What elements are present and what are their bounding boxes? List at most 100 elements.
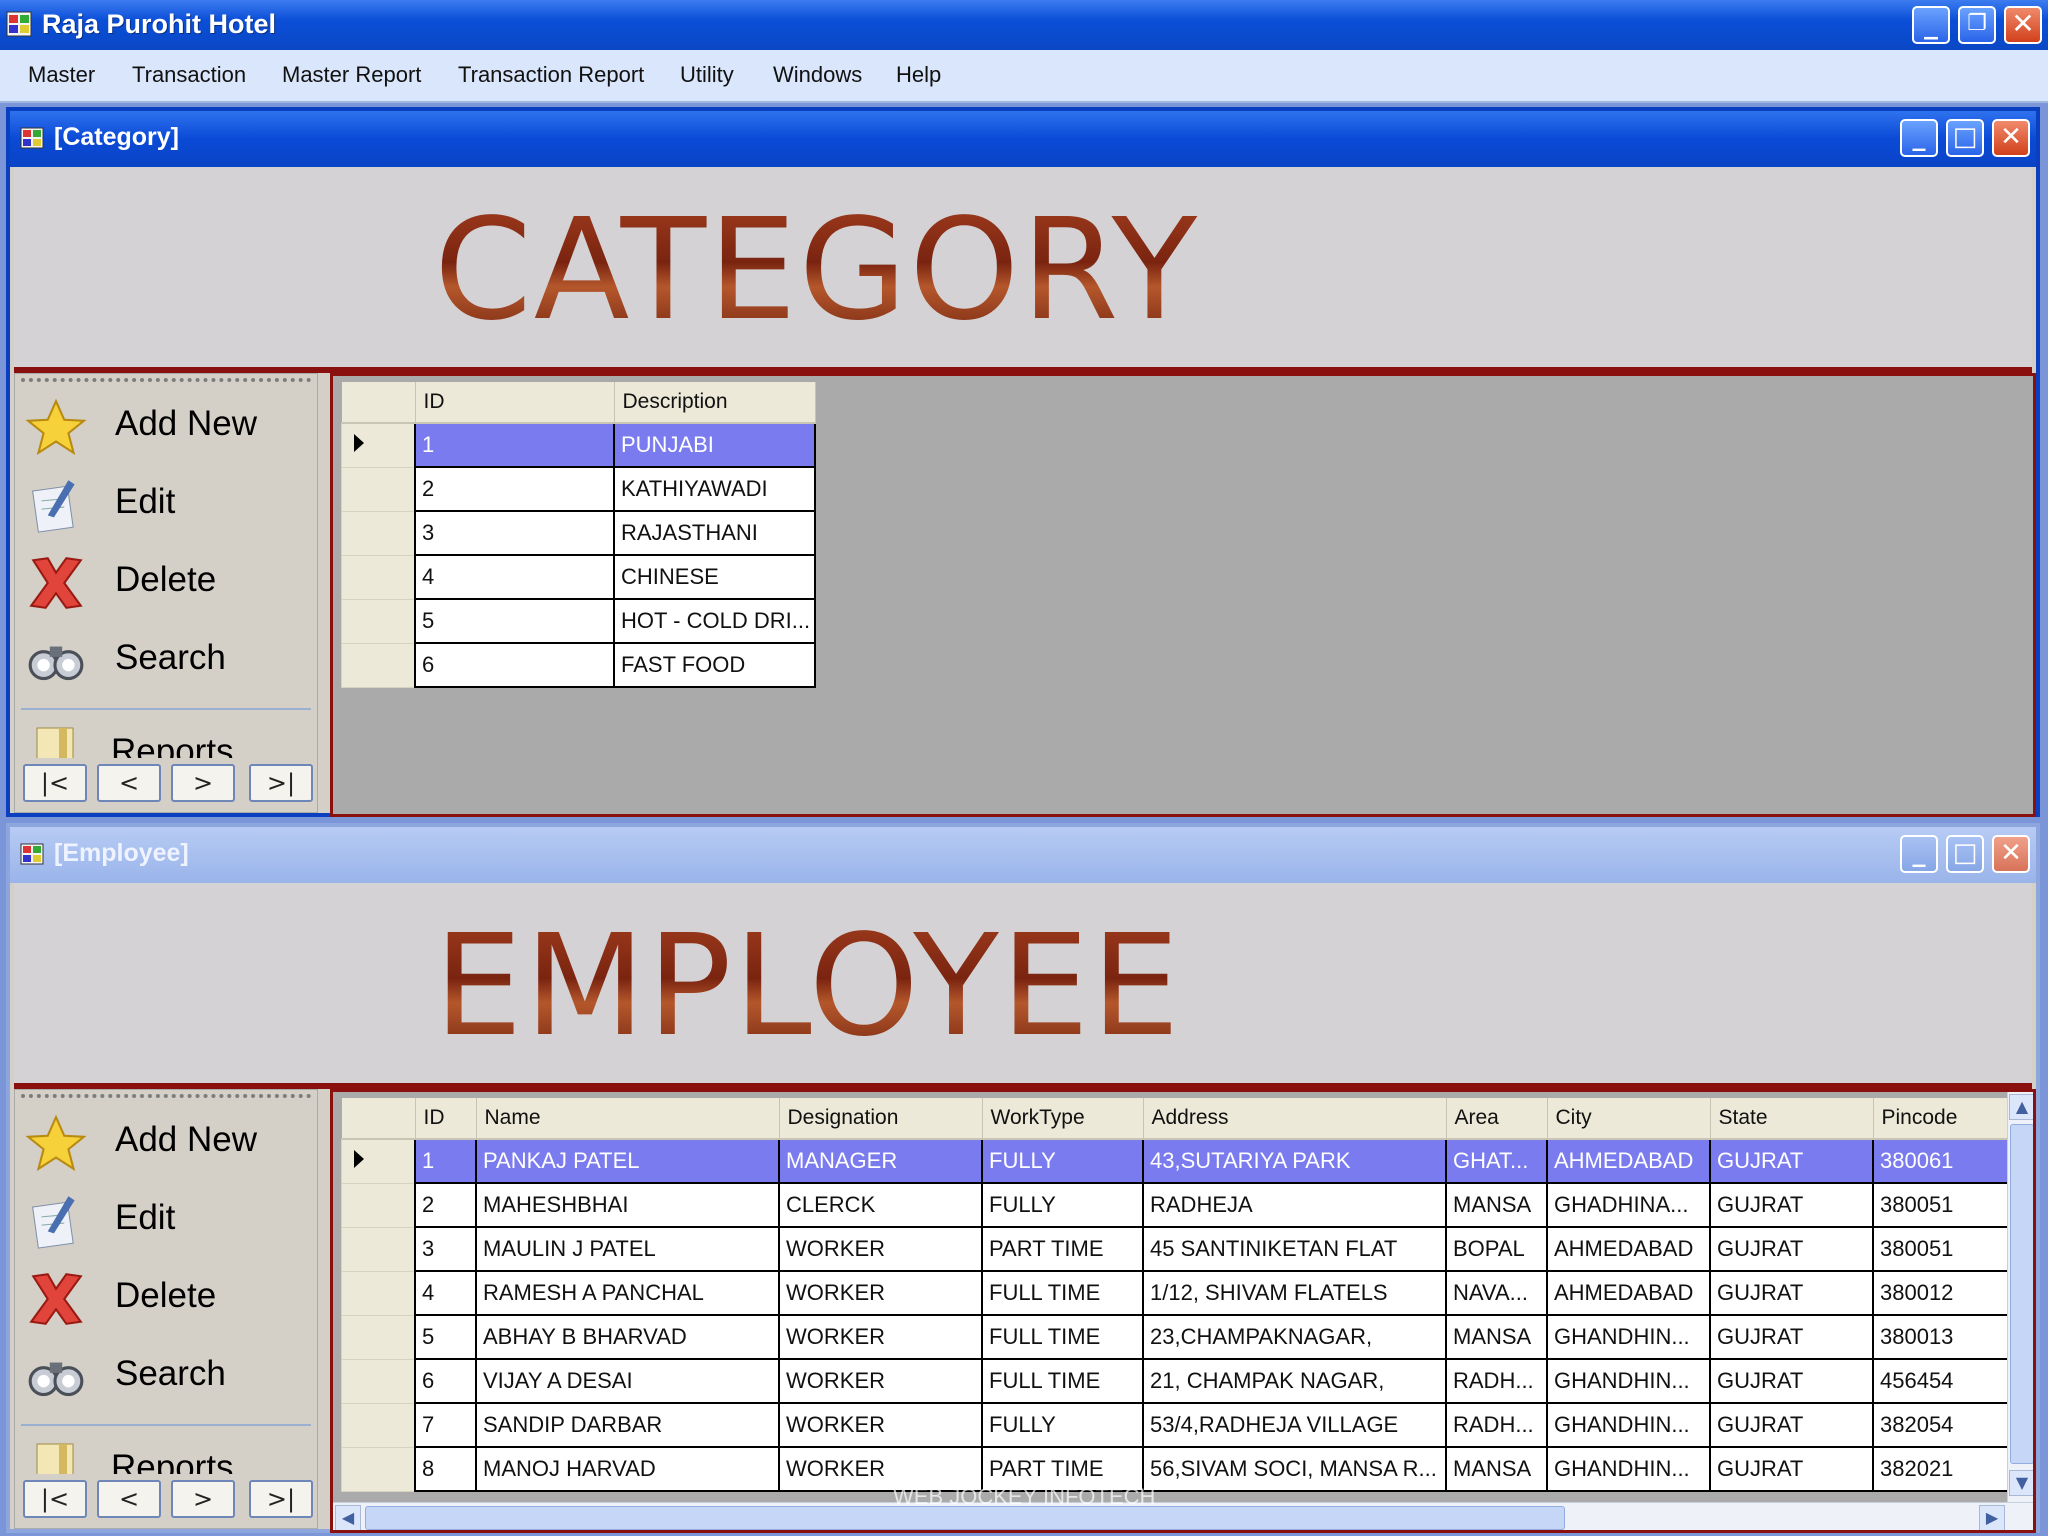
table-cell[interactable]: WORKER — [778, 1402, 983, 1448]
table-cell[interactable]: GHAT... — [1445, 1138, 1548, 1184]
row-header[interactable] — [341, 1358, 416, 1404]
table-cell[interactable]: CHINESE — [613, 554, 816, 600]
table-row[interactable]: 8 MANOJ HARVAD WORKER PART TIME 56,SIVAM SOC… — [341, 1446, 2029, 1492]
row-header[interactable] — [341, 1446, 416, 1492]
table-cell[interactable]: GUJRAT — [1709, 1226, 1874, 1272]
table-cell[interactable]: GUJRAT — [1709, 1270, 1874, 1316]
column-header-description[interactable]: Description — [614, 382, 816, 424]
table-cell[interactable]: FULL TIME — [981, 1314, 1144, 1360]
table-cell[interactable]: 382021 — [1872, 1446, 2029, 1492]
table-cell[interactable]: RADHEJA — [1142, 1182, 1447, 1228]
scroll-up-button[interactable]: ▲ — [2009, 1094, 2033, 1120]
table-cell[interactable]: FAST FOOD — [613, 642, 816, 688]
table-cell[interactable]: GHANDHIN... — [1546, 1446, 1711, 1492]
employee-reports-button[interactable]: Reports — [19, 1434, 309, 1474]
menu-help[interactable]: Help — [896, 62, 941, 88]
minimize-button[interactable]: _ — [1912, 6, 1950, 44]
employee-search-button[interactable]: Search — [19, 1342, 309, 1408]
scroll-left-button[interactable]: ◀ — [335, 1505, 361, 1530]
menu-master[interactable]: Master — [28, 62, 95, 88]
table-row[interactable]: 3 RAJASTHANI — [341, 510, 816, 556]
category-grid[interactable]: ID Description 1 PUNJABI 2 KATHIYAWADI 3 RAJA… — [330, 373, 2036, 817]
table-cell[interactable]: WORKER — [778, 1226, 983, 1272]
table-cell[interactable]: 382054 — [1872, 1402, 2029, 1448]
column-header-id[interactable]: ID — [415, 1098, 477, 1140]
table-cell[interactable]: 23,CHAMPAKNAGAR, — [1142, 1314, 1447, 1360]
table-cell[interactable]: VIJAY A DESAI — [475, 1358, 780, 1404]
table-cell[interactable]: 7 — [414, 1402, 477, 1448]
next-record-button[interactable]: > — [171, 1480, 235, 1518]
table-cell[interactable]: WORKER — [778, 1358, 983, 1404]
employee-delete-button[interactable]: Delete — [19, 1264, 309, 1330]
table-cell[interactable]: 1 — [414, 422, 615, 468]
last-record-button[interactable]: >| — [249, 764, 313, 802]
employee-maximize-button[interactable]: □ — [1946, 835, 1984, 873]
table-row[interactable]: 6 VIJAY A DESAI WORKER FULL TIME 21, CHAMPAK… — [341, 1358, 2029, 1404]
employee-add-new-button[interactable]: Add New — [19, 1108, 309, 1174]
table-cell[interactable]: SANDIP DARBAR — [475, 1402, 780, 1448]
table-cell[interactable]: PUNJABI — [613, 422, 816, 468]
table-cell[interactable]: FULLY — [981, 1402, 1144, 1448]
table-row[interactable]: 6 FAST FOOD — [341, 642, 816, 688]
table-cell[interactable]: 4 — [414, 554, 615, 600]
row-header[interactable] — [341, 1314, 416, 1360]
table-cell[interactable]: 5 — [414, 598, 615, 644]
menu-transaction[interactable]: Transaction — [132, 62, 246, 88]
category-add-new-button[interactable]: Add New — [19, 392, 309, 458]
row-header[interactable] — [341, 1402, 416, 1448]
table-cell[interactable]: GUJRAT — [1709, 1402, 1874, 1448]
table-cell[interactable]: GHANDHIN... — [1546, 1358, 1711, 1404]
table-cell[interactable]: 21, CHAMPAK NAGAR, — [1142, 1358, 1447, 1404]
menu-utility[interactable]: Utility — [680, 62, 734, 88]
table-row[interactable]: 1 PUNJABI — [341, 422, 816, 468]
table-cell[interactable]: 3 — [414, 510, 615, 556]
table-cell[interactable]: FULL TIME — [981, 1270, 1144, 1316]
table-cell[interactable]: 53/4,RADHEJA VILLAGE — [1142, 1402, 1447, 1448]
employee-close-button[interactable]: ✕ — [1992, 835, 2030, 873]
table-cell[interactable]: 45 SANTINIKETAN FLAT — [1142, 1226, 1447, 1272]
table-cell[interactable]: GUJRAT — [1709, 1314, 1874, 1360]
table-cell[interactable]: CLERCK — [778, 1182, 983, 1228]
table-cell[interactable]: GUJRAT — [1709, 1358, 1874, 1404]
table-cell[interactable]: GHANDHIN... — [1546, 1314, 1711, 1360]
table-cell[interactable]: 2 — [414, 466, 615, 512]
table-cell[interactable]: FULLY — [981, 1182, 1144, 1228]
menu-master-report[interactable]: Master Report — [282, 62, 421, 88]
row-header[interactable] — [341, 1226, 416, 1272]
category-maximize-button[interactable]: □ — [1946, 119, 1984, 157]
row-header[interactable] — [341, 466, 416, 512]
row-header[interactable] — [341, 422, 416, 468]
previous-record-button[interactable]: < — [97, 764, 161, 802]
table-cell[interactable]: PANKAJ PATEL — [475, 1138, 780, 1184]
row-header[interactable] — [341, 642, 416, 688]
column-header-name[interactable]: Name — [476, 1098, 780, 1140]
table-cell[interactable]: 380013 — [1872, 1314, 2029, 1360]
table-row[interactable]: 4 RAMESH A PANCHAL WORKER FULL TIME 1/12, SH… — [341, 1270, 2029, 1316]
menu-windows[interactable]: Windows — [773, 62, 862, 88]
last-record-button[interactable]: >| — [249, 1480, 313, 1518]
table-cell[interactable]: MANAGER — [778, 1138, 983, 1184]
employee-minimize-button[interactable]: _ — [1900, 835, 1938, 873]
table-cell[interactable]: 380012 — [1872, 1270, 2029, 1316]
table-cell[interactable]: 6 — [414, 642, 615, 688]
table-cell[interactable]: RAJASTHANI — [613, 510, 816, 556]
next-record-button[interactable]: > — [171, 764, 235, 802]
table-row[interactable]: 3 MAULIN J PATEL WORKER PART TIME 45 SANTINI… — [341, 1226, 2029, 1272]
column-header-state[interactable]: State — [1710, 1098, 1874, 1140]
category-minimize-button[interactable]: _ — [1900, 119, 1938, 157]
table-cell[interactable]: AHMEDABAD — [1546, 1270, 1711, 1316]
row-header[interactable] — [341, 598, 416, 644]
employee-horizontal-scrollbar[interactable]: ◀ ▶ — [333, 1502, 2033, 1530]
table-row[interactable]: 1 PANKAJ PATEL MANAGER FULLY 43,SUTARIYA PAR… — [341, 1138, 2029, 1184]
table-row[interactable]: 4 CHINESE — [341, 554, 816, 600]
vertical-scroll-thumb[interactable] — [2010, 1124, 2033, 1464]
table-cell[interactable]: 2 — [414, 1182, 477, 1228]
table-cell[interactable]: MAULIN J PATEL — [475, 1226, 780, 1272]
category-search-button[interactable]: Search — [19, 626, 309, 692]
column-header-pincode[interactable]: Pincode — [1873, 1098, 2029, 1140]
column-header-id[interactable]: ID — [415, 382, 615, 424]
previous-record-button[interactable]: < — [97, 1480, 161, 1518]
table-row[interactable]: 5 HOT - COLD DRI... — [341, 598, 816, 644]
column-header-area[interactable]: Area — [1446, 1098, 1548, 1140]
row-header[interactable] — [341, 1182, 416, 1228]
